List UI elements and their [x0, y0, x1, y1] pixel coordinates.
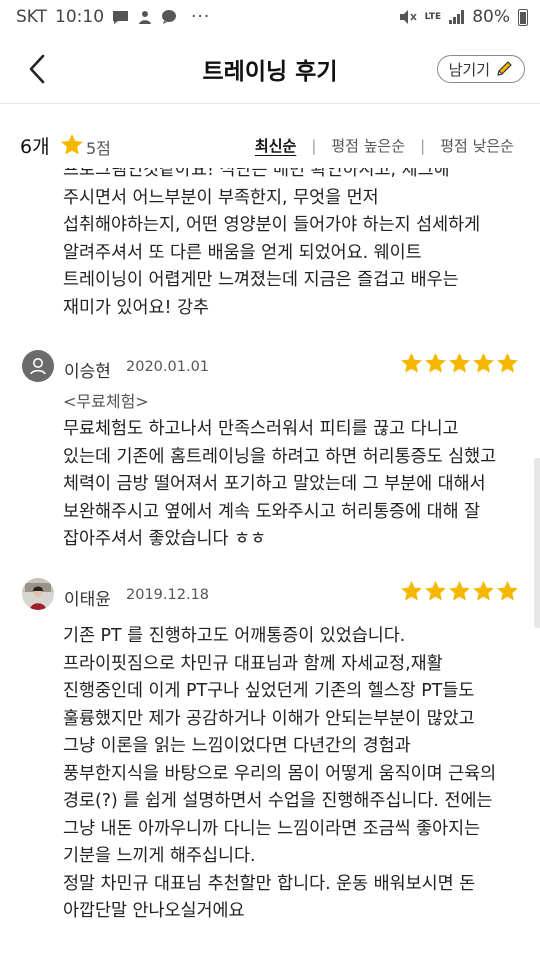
review-date: 2019.12.18 [126, 587, 210, 603]
review-body: 무료체험도 하고나서 만족스러워서 피티를 끊고 다니고 있는데 기존에 홈트레… [63, 419, 497, 549]
clock: 10:10 [55, 7, 105, 27]
star-icon [401, 352, 422, 373]
star-rating [400, 352, 519, 374]
profile-photo-avatar [22, 578, 54, 610]
review-date: 2020.01.01 [126, 359, 210, 375]
default-avatar [22, 350, 54, 382]
star-icon [473, 352, 494, 373]
sort-rating-high[interactable]: 평점 높은순 [331, 135, 405, 156]
star-icon [401, 580, 422, 601]
review-body-partial: 프로그램인것같아요! 식단은 매번 확인하시고, 체크해 주시면서 어느부분이 … [63, 168, 481, 318]
write-review-label: 남기기 [448, 60, 490, 79]
status-bar: SKT 10:10 ··· LTE 80% [0, 0, 540, 34]
write-review-button[interactable]: 남기기 [436, 55, 525, 83]
status-left: SKT 10:10 ··· [16, 7, 210, 27]
profile-photo [22, 578, 54, 610]
divider: | [420, 136, 426, 155]
network-type: LTE [424, 11, 442, 22]
signal-icon [449, 10, 465, 24]
review-tag: <무료체험> [63, 392, 149, 411]
star-icon [497, 580, 518, 601]
scrollbar[interactable] [534, 458, 540, 628]
battery-icon [518, 8, 528, 26]
mute-icon [399, 10, 417, 24]
person-icon [30, 358, 46, 375]
message-notification-icon [113, 10, 129, 24]
review-header: 이태윤 2019.12.18 [0, 578, 540, 618]
battery-level: 80% [472, 7, 510, 27]
review-body: 기존 PT 를 진행하고도 어깨통증이 있었습니다. 프라이핏짐으로 차민규 대… [63, 626, 497, 921]
star-icon [473, 580, 494, 601]
average-score: 5점 [86, 139, 111, 158]
review-count: 6개 [20, 136, 50, 158]
status-right: LTE 80% [399, 7, 528, 27]
star-icon [449, 352, 470, 373]
star-icon [61, 134, 83, 155]
app-header: 트레이닝 후기 남기기 [0, 34, 540, 104]
pencil-icon [497, 61, 512, 76]
divider: | [311, 136, 317, 155]
app-notification-icon [139, 11, 152, 24]
reviewer-name: 이승현 [64, 362, 111, 382]
sort-rating-low[interactable]: 평점 낮은순 [440, 135, 514, 156]
review-list[interactable]: 프로그램인것같아요! 식단은 매번 확인하시고, 체크해 주시면서 어느부분이 … [0, 168, 540, 960]
review-summary: 6개 5점 최신순 | 평점 높은순 | 평점 낮은순 [0, 104, 540, 168]
sort-latest[interactable]: 최신순 [255, 135, 296, 156]
sort-options: 최신순 | 평점 높은순 | 평점 낮은순 [255, 135, 514, 156]
chat-notification-icon [162, 10, 177, 24]
review-header: 이승현 2020.01.01 [0, 350, 540, 390]
star-icon [497, 352, 518, 373]
star-icon [449, 580, 470, 601]
star-rating [400, 580, 519, 602]
star-icon [425, 352, 446, 373]
carrier-label: SKT [16, 7, 48, 27]
reviewer-name: 이태윤 [64, 590, 111, 610]
star-icon [425, 580, 446, 601]
more-notifications-icon: ··· [191, 7, 211, 27]
